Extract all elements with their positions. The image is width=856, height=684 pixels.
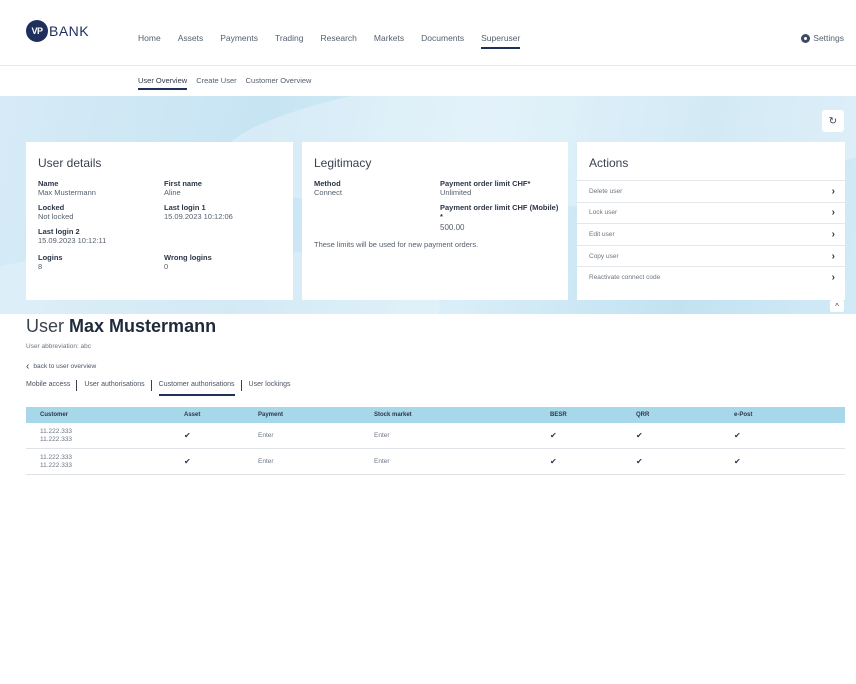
chevron-right-icon: › <box>831 207 835 219</box>
payment-cell: Enter <box>258 458 274 465</box>
reactivate-connect-code-action[interactable]: Reactivate connect code › <box>577 266 845 288</box>
logins-field: Logins 8 <box>38 253 63 271</box>
action-label: Copy user <box>589 252 619 260</box>
col-payment: Payment <box>258 412 284 418</box>
table-header: Customer Asset Payment Stock market BESR… <box>26 407 845 423</box>
e-post-check-icon: ✔ <box>734 457 741 466</box>
actions-title: Actions <box>589 156 629 170</box>
nav-documents[interactable]: Documents <box>421 33 464 43</box>
actions-card: Actions Delete user › Lock user › Edit u… <box>577 142 845 300</box>
payment-limit-field: Payment order limit CHF* Unlimited <box>440 179 531 197</box>
e-post-check-icon: ✔ <box>734 431 741 440</box>
chevron-right-icon: › <box>831 272 835 284</box>
edit-user-action[interactable]: Edit user › <box>577 223 845 245</box>
copy-user-action[interactable]: Copy user › <box>577 244 845 267</box>
sub-nav: User Overview Create User Customer Overv… <box>138 76 320 90</box>
logo-text: BANK <box>49 23 90 39</box>
detail-tabs: Mobile access User authorisations Custom… <box>26 380 305 396</box>
tab-mobile-access[interactable]: Mobile access <box>26 380 78 391</box>
action-label: Reactivate connect code <box>589 274 661 282</box>
asset-check-icon: ✔ <box>184 431 191 440</box>
back-label: back to user overview <box>33 363 97 370</box>
last-login-1-field: Last login 1 15.09.2023 10:12:06 <box>164 203 233 221</box>
user-details-title: User details <box>38 156 102 170</box>
refresh-icon[interactable]: ↻ <box>822 110 844 132</box>
stock-market-cell: Enter <box>374 458 390 465</box>
top-navigation: VP BANK Home Assets Payments Trading Res… <box>0 0 856 66</box>
subnav-create-user[interactable]: Create User <box>196 76 236 85</box>
qrr-check-icon: ✔ <box>636 431 643 440</box>
subnav-user-overview[interactable]: User Overview <box>138 76 188 90</box>
legitimacy-title: Legitimacy <box>314 156 372 170</box>
payment-cell: Enter <box>258 432 274 439</box>
chevron-right-icon: › <box>831 228 835 240</box>
customer-cell: 11.222.333 11.222.333 <box>40 428 73 443</box>
limits-note: These limits will be used for new paymen… <box>314 240 479 249</box>
legitimacy-card: Legitimacy Method Connect Payment order … <box>302 142 568 300</box>
col-stock-market: Stock market <box>374 412 412 418</box>
action-label: Lock user <box>589 209 618 217</box>
method-field: Method Connect <box>314 179 342 197</box>
user-abbreviation: User abbreviation: abc <box>26 343 92 350</box>
table-row[interactable]: 11.222.333 11.222.333 ✔ Enter Enter ✔ ✔ … <box>26 449 845 475</box>
vp-bank-logo[interactable]: VP BANK <box>26 20 89 42</box>
col-customer: Customer <box>40 412 69 418</box>
customer-authorisations-table: Customer Asset Payment Stock market BESR… <box>26 407 845 475</box>
qrr-check-icon: ✔ <box>636 457 643 466</box>
nav-markets[interactable]: Markets <box>374 33 404 43</box>
delete-user-action[interactable]: Delete user › <box>577 180 845 202</box>
title-user-name: Max Mustermann <box>69 316 217 336</box>
first-name-field: First name Aline <box>164 179 202 197</box>
chevron-left-icon: ‹ <box>26 361 30 372</box>
locked-field: Locked Not locked <box>38 203 74 221</box>
table-row[interactable]: 11.222.333 11.222.333 ✔ Enter Enter ✔ ✔ … <box>26 423 845 449</box>
tab-user-lockings[interactable]: User lockings <box>249 381 298 388</box>
subnav-customer-overview[interactable]: Customer Overview <box>246 76 312 85</box>
besr-check-icon: ✔ <box>550 457 557 466</box>
page-title: User Max Mustermann <box>26 316 216 337</box>
chevron-right-icon: › <box>831 250 835 262</box>
mobile-limit-field: Payment order limit CHF (Mobile) * 500.0… <box>440 203 559 232</box>
user-details-card: User details Name Max Mustermann First n… <box>26 142 293 300</box>
nav-home[interactable]: Home <box>138 33 161 43</box>
name-field: Name Max Mustermann <box>38 179 96 197</box>
col-besr: BESR <box>550 412 567 418</box>
customer-cell: 11.222.333 11.222.333 <box>40 454 73 469</box>
action-list: Delete user › Lock user › Edit user › Co… <box>577 180 845 288</box>
nav-superuser[interactable]: Superuser <box>481 33 521 49</box>
chevron-right-icon: › <box>831 185 835 197</box>
nav-assets[interactable]: Assets <box>178 33 204 43</box>
gear-icon <box>801 33 811 43</box>
nav-payments[interactable]: Payments <box>220 33 258 43</box>
last-login-2-field: Last login 2 15.09.2023 10:12:11 <box>38 227 107 245</box>
tab-customer-authorisations[interactable]: Customer authorisations <box>158 380 242 396</box>
nav-trading[interactable]: Trading <box>275 33 304 43</box>
back-to-overview-link[interactable]: ‹ back to user overview <box>26 361 96 372</box>
besr-check-icon: ✔ <box>550 431 557 440</box>
collapse-icon[interactable]: ^ <box>830 300 844 312</box>
settings-link[interactable]: Settings <box>801 33 844 43</box>
wrong-logins-field: Wrong logins 0 <box>164 253 212 271</box>
action-label: Edit user <box>589 230 615 238</box>
lock-user-action[interactable]: Lock user › <box>577 201 845 224</box>
col-qrr: QRR <box>636 412 650 418</box>
main-nav: Home Assets Payments Trading Research Ma… <box>138 33 537 49</box>
nav-research[interactable]: Research <box>321 33 357 43</box>
col-e-post: e-Post <box>734 412 753 418</box>
asset-check-icon: ✔ <box>184 457 191 466</box>
col-asset: Asset <box>184 412 201 418</box>
action-label: Delete user <box>589 187 623 195</box>
logo-badge: VP <box>26 20 48 42</box>
title-prefix: User <box>26 316 65 336</box>
tab-user-authorisations[interactable]: User authorisations <box>84 380 152 391</box>
settings-label: Settings <box>813 33 844 43</box>
stock-market-cell: Enter <box>374 432 390 439</box>
